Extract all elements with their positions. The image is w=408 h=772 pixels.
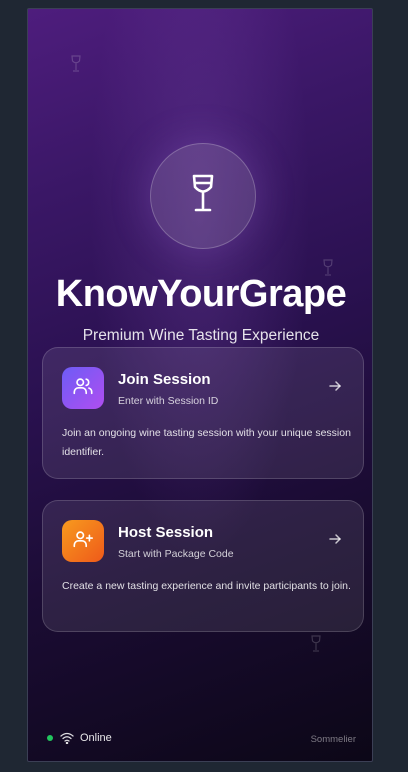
- user-plus-icon: [72, 528, 94, 555]
- user-role-label: Sommelier: [310, 734, 356, 745]
- host-session-icon-badge: [62, 520, 104, 562]
- arrow-right-icon: [327, 378, 343, 394]
- status-text: Online: [80, 732, 112, 744]
- wine-glass-deco-icon: [310, 635, 322, 658]
- join-session-card[interactable]: Join Session Enter with Session ID Join …: [42, 347, 364, 479]
- host-session-subtitle: Start with Package Code: [118, 548, 234, 560]
- wifi-icon: [60, 732, 74, 744]
- app-subtitle: Premium Wine Tasting Experience: [82, 327, 320, 344]
- join-session-description: Join an ongoing wine tasting session wit…: [62, 427, 351, 458]
- join-session-subtitle: Enter with Session ID: [118, 395, 219, 407]
- connection-status: Online: [47, 732, 112, 744]
- arrow-right-icon: [327, 531, 343, 547]
- app-screen: KnowYourGrape Premium Wine Tasting Exper…: [27, 8, 373, 762]
- logo-badge: [150, 143, 256, 249]
- join-session-icon-badge: [62, 367, 104, 409]
- wine-glass-icon: [190, 174, 216, 219]
- app-title: KnowYourGrape: [55, 273, 347, 315]
- status-dot: [47, 735, 53, 741]
- host-session-card[interactable]: Host Session Start with Package Code Cre…: [42, 500, 364, 632]
- join-session-title: Join Session: [118, 371, 211, 388]
- host-session-description: Create a new tasting experience and invi…: [62, 580, 351, 592]
- wine-glass-deco-icon: [70, 55, 82, 78]
- users-icon: [72, 375, 94, 402]
- host-session-title: Host Session: [118, 524, 214, 541]
